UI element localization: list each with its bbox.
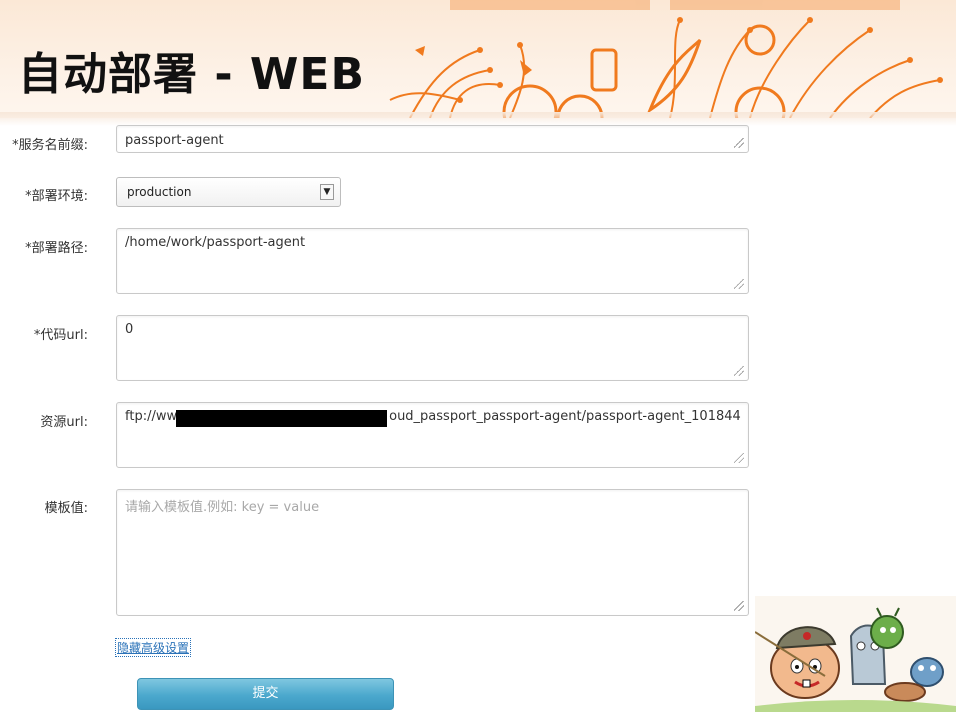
resource-url-label: 资源url: — [40, 415, 88, 430]
redaction-bar — [176, 410, 387, 427]
resource-url-value-suffix: oud_passport_passport-agent/passport-age… — [389, 409, 741, 424]
deploy-env-label: *部署环境: — [25, 189, 88, 204]
dropdown-arrow-icon[interactable]: ▼ — [320, 184, 334, 200]
service-prefix-input[interactable]: passport-agent — [116, 125, 749, 153]
template-value-label: 模板值: — [44, 501, 88, 516]
template-value-placeholder: 请输入模板值.例如: key = value — [125, 500, 320, 515]
service-prefix-label: *服务名前缀: — [12, 138, 88, 153]
resize-grip-icon[interactable] — [734, 279, 744, 289]
resize-grip-icon[interactable] — [734, 453, 744, 463]
code-url-value: 0 — [125, 322, 134, 337]
code-url-label: *代码url: — [33, 328, 88, 343]
resource-url-value-prefix: ftp://ww — [125, 409, 178, 424]
template-value-textarea[interactable]: 请输入模板值.例如: key = value — [116, 489, 749, 616]
slide-header: 自动部署 - WEB — [0, 0, 956, 118]
code-url-textarea[interactable]: 0 — [116, 315, 749, 381]
hide-advanced-settings-link[interactable]: 隐藏高级设置 — [114, 638, 192, 657]
deploy-path-label: *部署路径: — [25, 241, 88, 256]
deploy-env-value: production — [127, 185, 192, 199]
resize-grip-icon[interactable] — [734, 138, 744, 148]
deploy-path-textarea[interactable]: /home/work/passport-agent — [116, 228, 749, 294]
resize-grip-icon[interactable] — [734, 366, 744, 376]
submit-button[interactable]: 提交 — [137, 678, 394, 710]
deploy-env-select[interactable]: production ▼ — [116, 177, 341, 207]
resize-grip-icon[interactable] — [734, 601, 744, 611]
header-fade — [0, 112, 956, 126]
service-prefix-value: passport-agent — [125, 133, 224, 148]
mascot-illustration — [755, 596, 956, 712]
page-title: 自动部署 - WEB — [18, 49, 366, 100]
deploy-path-value: /home/work/passport-agent — [125, 235, 306, 250]
decorative-illustration — [389, 0, 943, 118]
